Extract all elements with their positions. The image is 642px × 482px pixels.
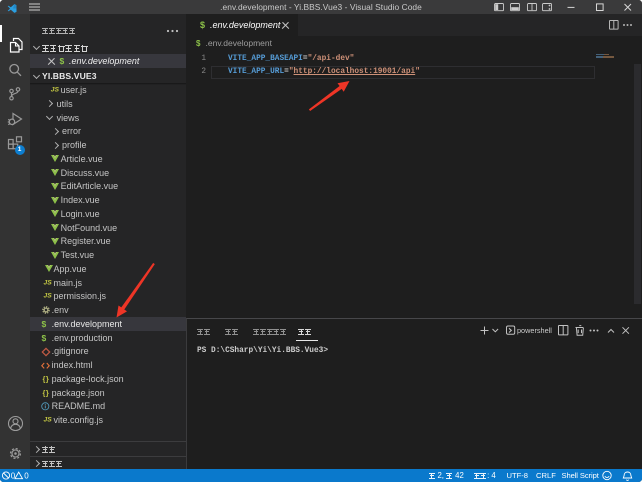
svg-text:0: 0 — [11, 472, 16, 481]
svg-text:powershell: powershell — [517, 326, 552, 335]
svg-text:0: 0 — [24, 472, 29, 481]
